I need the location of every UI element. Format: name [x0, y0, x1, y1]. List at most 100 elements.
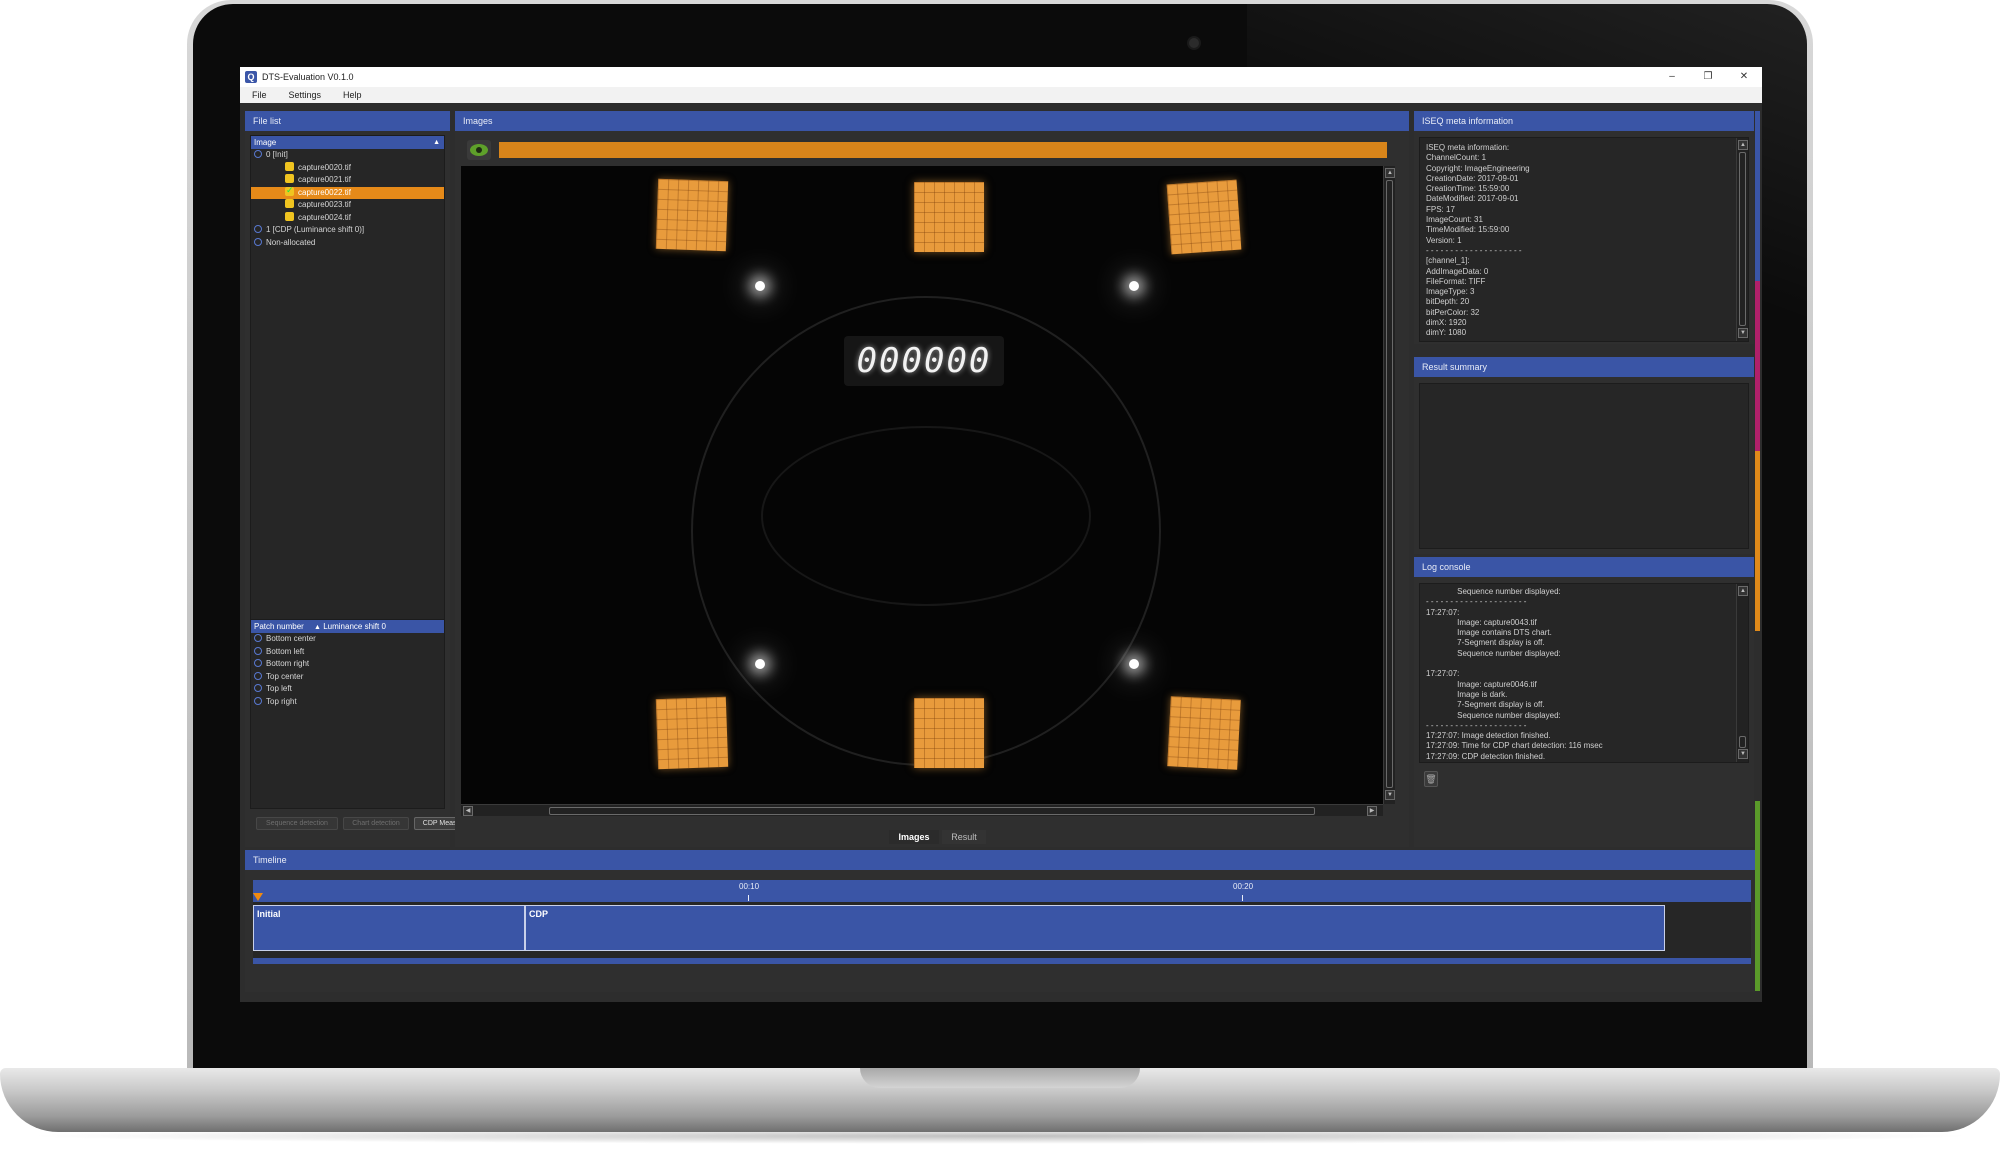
images-title: Images: [455, 111, 1409, 131]
app-logo-icon: Q: [245, 71, 257, 83]
meta-textbox[interactable]: ISEQ meta information: ChannelCount: 1 C…: [1419, 137, 1749, 342]
tick-mark: [748, 895, 749, 901]
scroll-up-icon[interactable]: ▲: [1385, 168, 1395, 178]
tree-node-cdp[interactable]: 1 [CDP (Luminance shift 0)]: [251, 224, 444, 237]
file-icon: [285, 174, 294, 183]
timeline-segment-cdp[interactable]: CDP: [525, 905, 1665, 951]
result-summary-area: [1419, 383, 1749, 549]
expand-icon[interactable]: [254, 634, 262, 642]
scroll-right-icon[interactable]: ▶: [1367, 806, 1377, 816]
progress-bar: [499, 142, 1387, 158]
file-tree: Image ▲ 0 [Init] capture0020.tif capture…: [250, 135, 445, 637]
meta-scroll-thumb[interactable]: [1739, 152, 1746, 326]
scroll-down-icon[interactable]: ▼: [1738, 749, 1748, 759]
file-icon: [285, 211, 294, 221]
patch-item[interactable]: Top right: [251, 696, 444, 709]
scroll-up-icon[interactable]: ▲: [1738, 586, 1748, 596]
timeline-segment-initial[interactable]: Initial: [253, 905, 525, 951]
timeline-track[interactable]: 00:10 00:20 Initial CDP: [253, 880, 1751, 964]
chart-detection-button[interactable]: Chart detection: [343, 817, 409, 830]
tree-file-item-selected[interactable]: capture0022.tif: [251, 184, 444, 199]
expand-icon[interactable]: [254, 237, 262, 246]
file-tree-header[interactable]: Image ▲: [251, 136, 444, 149]
seven-segment-display: 000000: [844, 336, 1004, 386]
patch-item[interactable]: Bottom right: [251, 658, 444, 671]
eye-toggle[interactable]: [467, 140, 491, 160]
patch-label: Bottom center: [266, 634, 316, 643]
expand-icon[interactable]: [254, 671, 262, 680]
minimize-icon[interactable]: –: [1654, 67, 1690, 87]
patch-label: Top left: [266, 684, 292, 693]
log-console-title: Log console: [1414, 557, 1754, 577]
patch-item[interactable]: Bottom center: [251, 633, 444, 646]
tree-node-init[interactable]: 0 [Init]: [251, 149, 444, 162]
scroll-down-icon[interactable]: ▼: [1738, 328, 1748, 338]
tree-file-label: capture0024.tif: [298, 212, 351, 222]
image-viewport[interactable]: 000000 ▲ ▼: [461, 166, 1395, 804]
horizontal-scrollbar[interactable]: ◀ ▶: [461, 804, 1383, 816]
tab-result[interactable]: Result: [942, 830, 986, 844]
expand-icon[interactable]: [254, 646, 262, 655]
file-icon: [285, 199, 294, 208]
meta-title: ISEQ meta information: [1414, 111, 1754, 131]
tab-images[interactable]: Images: [889, 830, 939, 844]
led-top-right: [1129, 281, 1139, 291]
restore-icon[interactable]: ❐: [1690, 67, 1726, 87]
expand-icon[interactable]: [254, 659, 262, 667]
patch-item[interactable]: Top center: [251, 671, 444, 684]
patch-bottom-left: [655, 696, 729, 770]
patch-tree-header[interactable]: Patch number ▲ Luminance shift 0: [251, 620, 444, 633]
tree-node-non-allocated[interactable]: Non-allocated: [251, 237, 444, 250]
close-icon[interactable]: ✕: [1726, 67, 1762, 87]
scroll-down-icon[interactable]: ▼: [1385, 790, 1395, 800]
patch-label: Top right: [266, 696, 297, 706]
scroll-left-icon[interactable]: ◀: [463, 806, 473, 816]
tick-label: 00:10: [739, 882, 760, 891]
timeline-panel: Timeline 00:10 00:20 Initial CDP: [245, 850, 1755, 992]
trash-icon[interactable]: 🗑: [1424, 771, 1438, 787]
scroll-up-icon[interactable]: ▲: [1738, 140, 1748, 150]
tree-node-label: 0 [Init]: [266, 150, 288, 159]
patch-top-left: [655, 178, 729, 252]
vertical-scrollbar[interactable]: ▲ ▼: [1383, 166, 1395, 804]
sequence-detection-button[interactable]: Sequence detection: [256, 817, 338, 830]
log-scroll-thumb[interactable]: [1739, 736, 1746, 748]
led-bottom-left: [755, 659, 765, 669]
tree-file-item[interactable]: capture0020.tif: [251, 161, 444, 175]
log-scrollbar[interactable]: ▲ ▼: [1736, 584, 1748, 762]
seven-segment-value: 000000: [856, 341, 992, 381]
menu-settings[interactable]: Settings: [289, 90, 322, 100]
vertical-scroll-thumb[interactable]: [1386, 180, 1393, 788]
expand-icon[interactable]: [254, 684, 262, 692]
file-list-title: File list: [245, 111, 450, 131]
segment-label: Initial: [257, 909, 281, 919]
accent-green: [1755, 801, 1760, 991]
tree-node-label: Non-allocated: [266, 237, 316, 247]
tree-file-item[interactable]: capture0021.tif: [251, 174, 444, 187]
patch-tree: Patch number ▲ Luminance shift 0 Bottom …: [250, 619, 445, 809]
expand-icon[interactable]: [254, 225, 262, 233]
horizontal-scroll-thumb[interactable]: [549, 807, 1315, 815]
tick-mark: [1242, 895, 1243, 901]
meta-text: ISEQ meta information: ChannelCount: 1 C…: [1426, 143, 1530, 338]
menu-file[interactable]: File: [252, 90, 267, 100]
file-tree-header-label: Image: [254, 138, 277, 147]
segment-label: CDP: [529, 909, 549, 919]
accent-orange: [1755, 451, 1760, 631]
log-textbox[interactable]: Sequence number displayed: - - - - - - -…: [1419, 583, 1749, 763]
app-window: Q DTS-Evaluation V0.1.0 – ❐ ✕ File Setti…: [240, 67, 1762, 1002]
expand-icon[interactable]: [254, 696, 262, 705]
tree-file-item[interactable]: capture0023.tif: [251, 199, 444, 212]
led-top-left: [755, 281, 765, 291]
sort-up-icon: ▲: [314, 624, 321, 631]
log-console-panel: Log console Sequence number displayed: -…: [1414, 557, 1754, 847]
tree-file-item[interactable]: capture0024.tif: [251, 211, 444, 225]
playhead-marker[interactable]: [253, 893, 263, 901]
file-list-panel: File list Image ▲ 0 [Init] capture0020.t…: [245, 111, 491, 847]
menu-help[interactable]: Help: [343, 90, 362, 100]
patch-item[interactable]: Bottom left: [251, 646, 444, 659]
images-panel: Images 000000 ▲ ▼ ◀ ▶ Images Result: [455, 111, 1409, 847]
meta-scrollbar[interactable]: ▲ ▼: [1736, 138, 1748, 341]
patch-item[interactable]: Top left: [251, 683, 444, 696]
collapse-icon[interactable]: [254, 150, 262, 158]
